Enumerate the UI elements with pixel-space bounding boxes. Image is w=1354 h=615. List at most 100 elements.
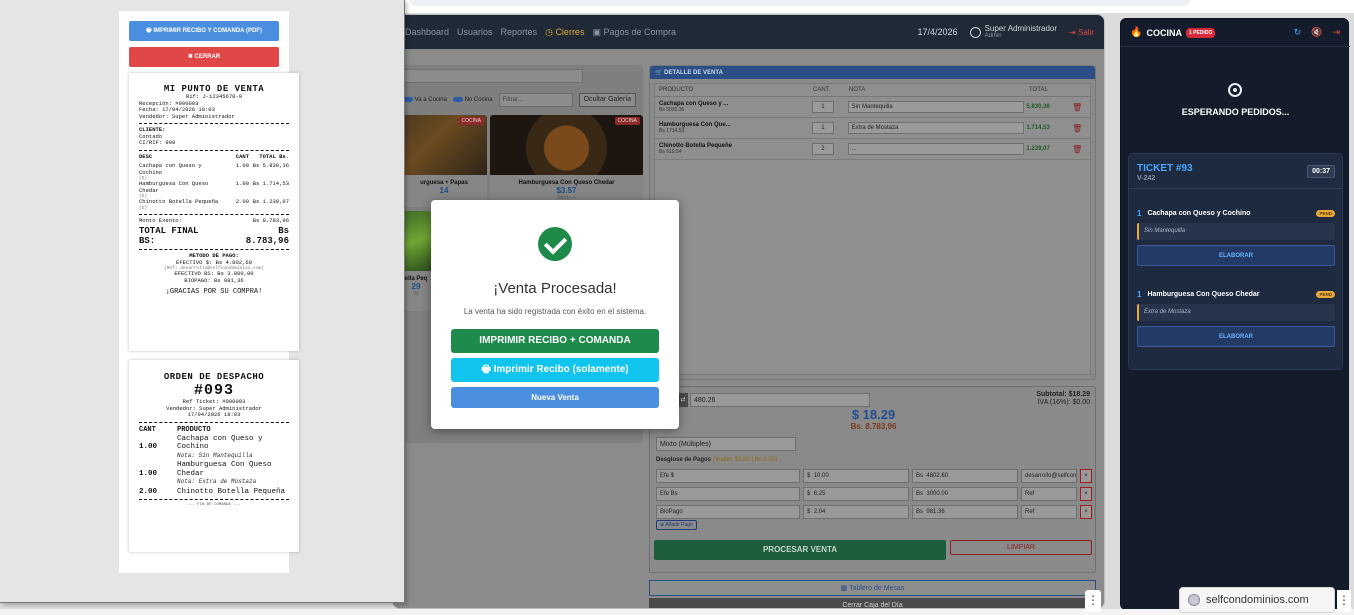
delete-icon[interactable]: 🗑 [1072,124,1086,133]
row-total: 1.239,07 [1026,146,1050,152]
bs-prefix: Bs [916,473,924,479]
exchange-rate-icon: ⇄ [678,393,688,407]
process-sale-button[interactable]: PROCESAR VENTA [654,540,946,560]
more-options-button[interactable]: ⋮ [1337,590,1351,612]
payment-usd-input[interactable]: $ 6.25 [803,487,909,501]
item-note: Extra de Mostaza [1137,304,1335,321]
payment-method-select[interactable]: Efe Bs [656,487,800,501]
divider [1129,188,1342,189]
nav-pagos-compra[interactable]: ▣ Pagos de Compra [592,27,676,38]
toggle-no-cocina[interactable]: No Cocina [452,96,493,103]
delete-icon[interactable]: 🗑 [1072,103,1086,112]
elaborate-button[interactable]: ELABORAR [1137,245,1335,266]
add-payment-button[interactable]: ⊕ Añadir Pago [656,520,697,530]
payment-bs-input[interactable]: Bs 3000.00 [912,487,1018,501]
address-bar[interactable] [410,0,1190,6]
item-qty: 1.00 [235,162,249,169]
user-menu[interactable]: Super Administrador Admin [969,25,1057,39]
dispatch-product: Cachapa con Queso y Cochino [177,434,263,452]
dispatch-date: 17/04/2026 18:03 [187,411,241,418]
toggle-va-cocina-label: Va a Cocina [414,97,447,104]
exit-icon[interactable]: ⇥ [1332,27,1340,38]
tables-board-button[interactable]: ▦ Tablero de Mesas [649,580,1096,596]
usd-prefix: $ [807,509,811,515]
product-card[interactable]: ella Peq 29 00 [401,211,431,311]
dispatch-product: Chinotto Botella Pequeña [177,487,286,496]
hide-gallery-button[interactable]: Ocultar Galería [578,93,637,107]
nav-usuarios[interactable]: Usuarios [457,27,493,37]
note-input[interactable]: ... [847,143,1024,155]
kitchen-panel: 🔥 COCINA 1 PEDIDO ↻ 🔇 ⇥ ESPERANDO PEDIDO… [1120,18,1350,610]
payment-usd-input[interactable]: $ 10.00 [803,469,909,483]
remove-payment-button[interactable]: × [1080,469,1092,483]
logout-button[interactable]: ⇥ Salir [1069,28,1094,37]
payment-method-select[interactable]: Efe $ [656,469,800,483]
exchange-rate-input[interactable]: 480.26 [690,393,870,407]
nav-dashboard[interactable]: Dashboard [405,27,449,37]
receipt-seller: Vendedor: Super Administrador [139,112,235,120]
close-preview-button[interactable]: ✖ CERRAR [129,47,279,67]
user-role: Admin [984,33,1002,39]
divider [139,123,289,124]
product-search-input[interactable] [401,69,583,83]
filter-input[interactable]: Filtrar... [498,93,573,107]
payment-ref-input[interactable]: desarrollo@selfcon [1021,469,1077,483]
payment-bs-input[interactable]: Bs 4802.60 [912,469,1018,483]
elaborate-button[interactable]: ELABORAR [1137,326,1335,347]
remove-payment-button[interactable]: × [1080,505,1092,519]
nav-cierres-label: Cierres [555,26,585,37]
kitchen-ticket: TICKET #93 V-242 00:37 1 Cachapa con Que… [1128,153,1343,370]
payment-ref-input[interactable]: Ref [1021,487,1077,501]
dispatch-note: Nota: Extra de Mostaza [177,478,257,485]
product-card[interactable]: COCINA urguesa + Papas 14 [401,115,487,207]
qty-input[interactable]: 1 [811,101,834,113]
payment-row: Efe $ $ 10.00 Bs 4802.60 desarrollo@self… [656,469,1092,483]
sale-detail-table: PRODUCTO CANT. NOTA TOTAL Cachapa con Qu… [654,83,1091,375]
product-image [401,211,431,271]
qty-input[interactable]: 2 [811,143,834,155]
exempt-label: Monto Exento: [139,216,182,224]
table-header: PRODUCTO CANT. NOTA TOTAL [655,84,1090,97]
note-input[interactable]: Sin Mantequilla [847,101,1024,113]
dispatch-number: #093 [193,382,234,399]
nav-cierres[interactable]: ◷ Cierres [545,27,584,38]
print-receipt-only-button[interactable]: 🖶 Imprimir Recibo (solamente) [451,358,659,382]
new-sale-button[interactable]: Nueva Venta [451,387,659,408]
payment-bs-value: 4802.60 [926,473,949,479]
col-cant: CANT [235,152,249,160]
print-pdf-button[interactable]: 🖶 IMPRIMIR RECIBO Y COMANDA (PDF) [129,21,279,41]
total-final-prefix: BS: [139,236,156,246]
print-receipt-and-order-button[interactable]: IMPRIMIR RECIBO + COMANDA [451,329,659,353]
refresh-icon[interactable]: ↻ [1294,27,1302,38]
toggle-va-cocina[interactable]: Va a Cocina [403,96,447,104]
delete-icon[interactable]: 🗑 [1072,145,1086,154]
qty-input[interactable]: 1 [811,122,834,134]
mute-icon[interactable]: 🔇 [1311,27,1322,38]
remove-payment-button[interactable]: × [1080,487,1092,501]
clear-button[interactable]: LIMPIAR [950,540,1092,555]
status-url: selfcondominios.com [1206,594,1309,606]
payment-bs-input[interactable]: Bs 981.36 [912,505,1018,519]
dispatch-qty: 2.00 [139,487,158,496]
note-input[interactable]: Extra de Mostaza [847,122,1024,134]
payment-method-select[interactable]: BioPago [656,505,800,519]
more-options-button[interactable]: ⋮ [1085,590,1101,612]
receipt-item: Chinotto Botella Pequeña 2.00 Bs 1.239,0… [139,198,289,206]
bs-prefix: Bs [916,491,924,497]
ticket-subtitle: V-242 [1137,175,1156,182]
payment-breakdown-label: Desglose de Pagos [656,457,712,463]
payment-usd-input[interactable]: $ 2.04 [803,505,909,519]
exempt-row: Monto Exento: Bs 8.783,96 [139,216,289,225]
item-qty: 1 [1137,290,1142,299]
payment-ref-input[interactable]: Ref [1021,505,1077,519]
dispatch-item: 2.00 Chinotto Botella Pequeña [139,488,289,497]
close-cash-button[interactable]: Cerrar Caja del Día [649,598,1096,608]
print-preview-window: 🖶 IMPRIMIR RECIBO Y COMANDA (PDF) ✖ CERR… [0,0,405,603]
thanks-message: ¡GRACIAS POR SU COMPRA! [165,288,263,296]
product-card[interactable]: COCINA Hamburguesa Con Queso Chedar $3.5… [490,115,643,207]
nav-reportes[interactable]: Reportes [501,27,538,37]
cocina-tag: COCINA [614,117,640,125]
dispatch-order-ticket: ORDEN DE DESPACHO #093 Ref Ticket: #0000… [129,360,299,552]
payment-mode-select[interactable]: Mixto (Múltiples) [656,437,796,451]
usd-prefix: $ [807,473,811,479]
